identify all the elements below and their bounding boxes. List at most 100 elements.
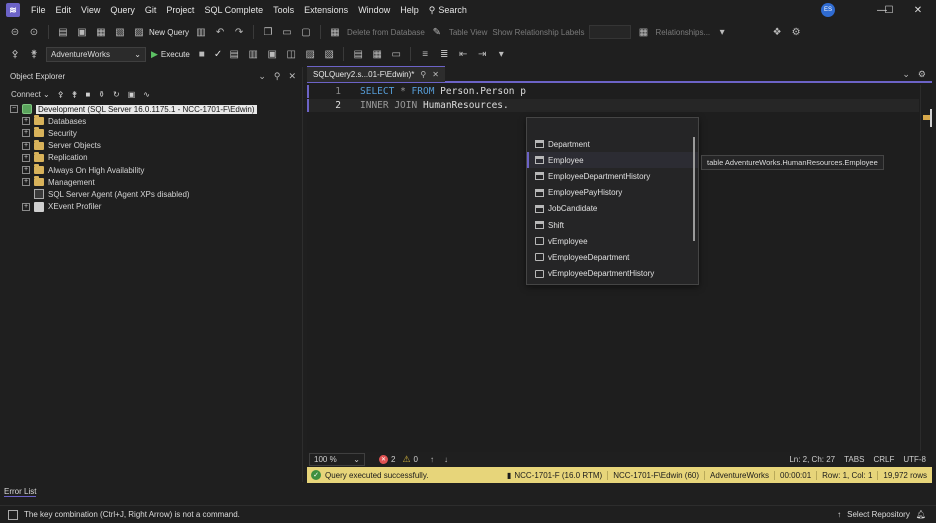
tree-node-server-objects[interactable]: + Server Objects xyxy=(10,139,302,152)
encoding[interactable]: UTF-8 xyxy=(903,455,926,464)
open-file-icon[interactable]: ▣ xyxy=(75,25,89,39)
db-query-icon[interactable]: ▥ xyxy=(194,25,208,39)
collapse-icon[interactable]: − xyxy=(10,105,18,114)
scroll-thumb[interactable] xyxy=(930,109,932,127)
tree-node-databases[interactable]: + Databases xyxy=(10,115,302,127)
grid-icon[interactable]: ▦ xyxy=(636,25,650,39)
menu-window[interactable]: Window xyxy=(353,0,395,20)
menu-query[interactable]: Query xyxy=(105,0,140,20)
delete-from-database-button[interactable]: Delete from Database xyxy=(347,28,425,37)
dropdown-icon[interactable]: ▾ xyxy=(715,25,729,39)
client-stats-icon[interactable]: ▧ xyxy=(322,47,336,61)
menu-project[interactable]: Project xyxy=(161,0,199,20)
tab-list-dropdown-icon[interactable]: ⌄ xyxy=(902,69,910,80)
menu-extensions[interactable]: Extensions xyxy=(299,0,353,20)
tree-node-security[interactable]: + Security xyxy=(10,127,302,139)
filter-icon[interactable]: ⚱ xyxy=(98,90,105,99)
include-plan-icon[interactable]: ◫ xyxy=(284,47,298,61)
completion-item[interactable]: Shift xyxy=(527,217,698,233)
completion-item[interactable]: Department xyxy=(527,136,698,152)
copilot-icon[interactable]: ❖ xyxy=(770,25,784,39)
disconnect-icon[interactable]: ⚵ xyxy=(72,90,78,99)
menu-sql-complete[interactable]: SQL Complete xyxy=(199,0,268,20)
outdent-icon[interactable]: ⇤ xyxy=(456,47,470,61)
connect-dropdown-button[interactable]: Connect ⌄ xyxy=(11,90,50,99)
paste-icon[interactable]: ▭ xyxy=(280,25,294,39)
menu-git[interactable]: Git xyxy=(140,0,162,20)
save-all-icon[interactable]: ▧ xyxy=(113,25,127,39)
layout-select[interactable] xyxy=(589,25,632,39)
menu-view[interactable]: View xyxy=(76,0,105,20)
completion-item[interactable]: JobCandidate xyxy=(527,201,698,217)
new-file-icon[interactable]: ▤ xyxy=(56,25,70,39)
cursor-position[interactable]: Ln: 2, Ch: 27 xyxy=(789,455,835,464)
change-connection-icon[interactable]: ⚵ xyxy=(27,47,41,61)
close-tab-icon[interactable]: ✕ xyxy=(432,70,439,79)
pin-icon[interactable]: ⚲ xyxy=(420,70,426,79)
tree-node-xevent-profiler[interactable]: + XEvent Profiler xyxy=(10,201,302,213)
close-window-icon[interactable]: ✕ xyxy=(900,0,936,20)
database-select[interactable]: AdventureWorks ⌄ xyxy=(46,46,146,62)
edit-icon[interactable]: ✎ xyxy=(430,25,444,39)
execute-button[interactable]: ▶ Execute xyxy=(151,49,190,60)
pin-icon[interactable]: ⚲ xyxy=(274,71,281,82)
expand-icon[interactable]: + xyxy=(22,129,30,138)
tree-node-always-on[interactable]: + Always On High Availability xyxy=(10,164,302,176)
copy-icon[interactable]: ❐ xyxy=(261,25,275,39)
uncomment-icon[interactable]: ≣ xyxy=(437,47,451,61)
connect-icon[interactable]: ⚴ xyxy=(8,47,22,61)
dropdown-icon[interactable]: ⌄ xyxy=(258,71,266,82)
zoom-select[interactable]: 100 % ⌄ xyxy=(309,453,365,466)
bell-icon[interactable]: 🔔︎ xyxy=(916,510,926,519)
select-repository-button[interactable]: ↑ Select Repository 🔔︎ xyxy=(837,510,936,519)
tree-node-sql-server-agent[interactable]: SQL Server Agent (Agent XPs disabled) xyxy=(10,188,302,200)
tree-node-replication[interactable]: + Replication xyxy=(10,151,302,164)
popup-scrollbar[interactable] xyxy=(693,137,695,241)
expand-icon[interactable]: + xyxy=(22,141,30,150)
menu-search[interactable]: ⚲ Search xyxy=(424,0,472,20)
tree-node-management[interactable]: + Management xyxy=(10,176,302,188)
live-stats-icon[interactable]: ▨ xyxy=(303,47,317,61)
error-count-badge[interactable]: ✕ 2 ⚠ 0 xyxy=(379,454,418,465)
tab-error-list[interactable]: Error List xyxy=(4,487,37,497)
indent-mode[interactable]: TABS xyxy=(844,455,864,464)
stop-icon[interactable]: ■ xyxy=(85,90,90,99)
refresh-icon[interactable]: ↻ xyxy=(113,90,120,99)
expand-icon[interactable]: + xyxy=(22,166,30,175)
completion-item[interactable]: vEmployeeDepartment xyxy=(527,249,698,265)
forward-icon[interactable]: ⊙ xyxy=(27,25,41,39)
plug-icon[interactable]: ⚴ xyxy=(58,90,64,99)
new-query-button[interactable]: ▨ New Query xyxy=(132,25,189,39)
close-icon[interactable]: ✕ xyxy=(288,71,296,82)
arrow-down-icon[interactable]: ↓ xyxy=(444,455,448,464)
activity-monitor-icon[interactable]: ▣ xyxy=(128,90,136,99)
specify-values-icon[interactable]: ▾ xyxy=(494,47,508,61)
stop-icon[interactable]: ■ xyxy=(195,47,209,61)
expand-icon[interactable]: + xyxy=(22,178,30,187)
estimated-plan-icon[interactable]: ▤ xyxy=(227,47,241,61)
save-icon[interactable]: ▦ xyxy=(94,25,108,39)
relationships-button[interactable]: Relationships... xyxy=(655,28,710,37)
indent-icon[interactable]: ⇥ xyxy=(475,47,489,61)
menu-help[interactable]: Help xyxy=(395,0,424,20)
parse-check-icon[interactable]: ✓ xyxy=(214,49,222,60)
completion-item[interactable]: vEmployee xyxy=(527,233,698,249)
editor-settings-icon[interactable]: ⚙ xyxy=(918,69,926,80)
expand-icon[interactable]: + xyxy=(22,117,30,126)
completion-item[interactable]: EmployeePayHistory xyxy=(527,185,698,201)
query-options-icon[interactable]: ▥ xyxy=(246,47,260,61)
menu-tools[interactable]: Tools xyxy=(268,0,299,20)
editor-vertical-scrollbar[interactable] xyxy=(920,85,932,451)
intellisense-icon[interactable]: ▣ xyxy=(265,47,279,61)
settings-icon[interactable]: ⚙ xyxy=(789,25,803,39)
back-icon[interactable]: ⊝ xyxy=(8,25,22,39)
redo-icon[interactable]: ↷ xyxy=(232,25,246,39)
comment-icon[interactable]: ≡ xyxy=(418,47,432,61)
pulse-icon[interactable]: ∿ xyxy=(143,90,150,99)
expand-icon[interactable]: + xyxy=(22,153,30,162)
results-grid-icon[interactable]: ▦ xyxy=(370,47,384,61)
tab-sqlquery2[interactable]: SQLQuery2.s...01-F\Edwin)* ⚲ ✕ xyxy=(307,66,445,82)
results-file-icon[interactable]: ▭ xyxy=(389,47,403,61)
user-avatar[interactable]: ES xyxy=(821,3,835,17)
results-text-icon[interactable]: ▤ xyxy=(351,47,365,61)
